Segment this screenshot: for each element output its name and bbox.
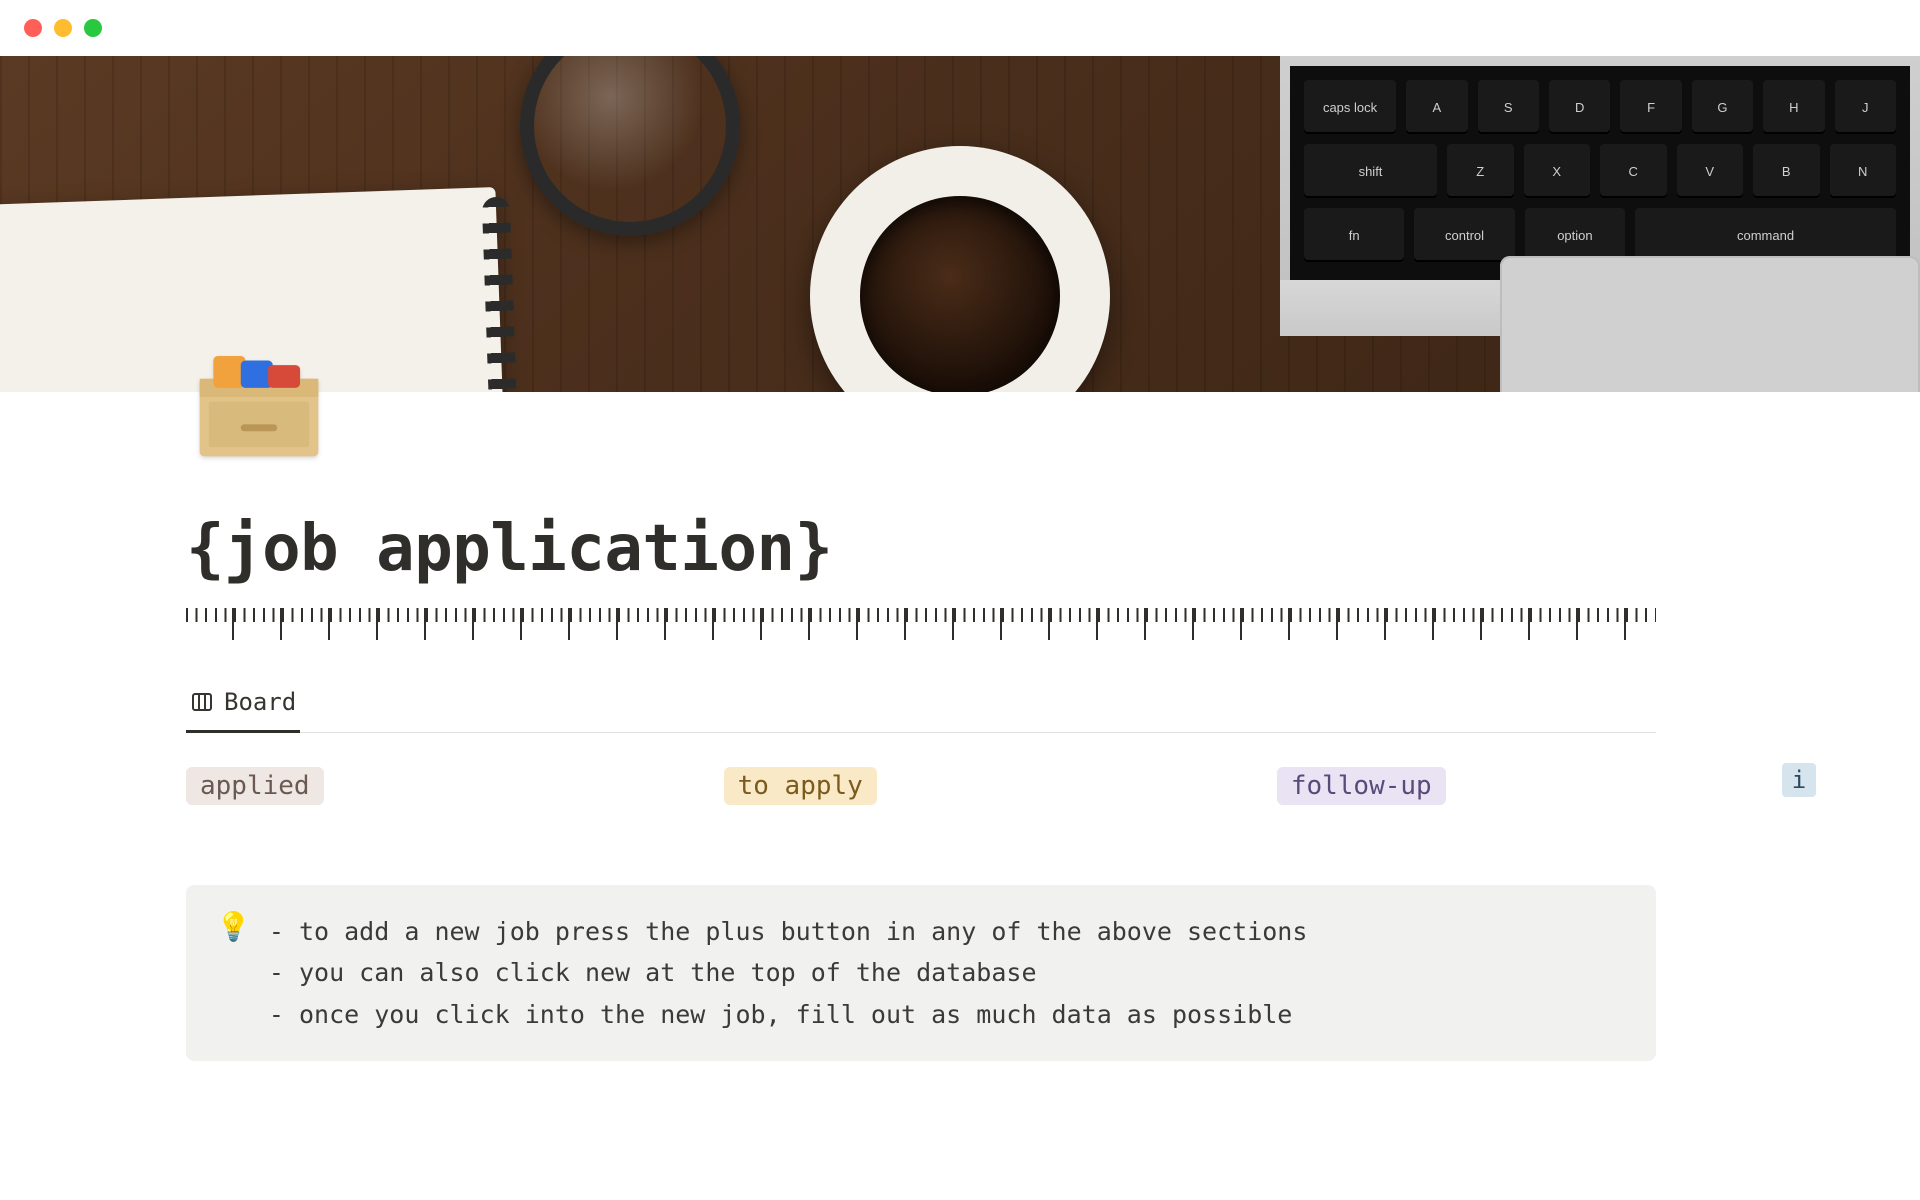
cover-palmrest	[1280, 280, 1920, 336]
window-titlebar	[0, 0, 1920, 56]
keycap: B	[1753, 144, 1820, 198]
callout-text: - to add a new job press the plus button…	[269, 911, 1308, 1035]
keycap: F	[1620, 80, 1681, 134]
keycap: C	[1600, 144, 1667, 198]
callout-line: - you can also click new at the top of t…	[269, 952, 1308, 993]
tab-board[interactable]: Board	[186, 678, 300, 733]
page-icon[interactable]	[186, 324, 332, 470]
keycap: fn	[1304, 208, 1404, 262]
column-to-apply[interactable]: to apply	[724, 767, 877, 805]
cover-trackpad	[1500, 256, 1920, 392]
keycap: N	[1830, 144, 1897, 198]
cover-laptop: caps lockASDFGHJ shiftZXCVBN fncontrolop…	[1280, 56, 1920, 336]
callout-line: - once you click into the new job, fill …	[269, 994, 1308, 1035]
column-follow-up[interactable]: follow-up	[1277, 767, 1446, 805]
keycap: Z	[1447, 144, 1514, 198]
board-icon	[190, 690, 214, 714]
tab-board-label: Board	[224, 688, 296, 716]
column-applied[interactable]: applied	[186, 767, 324, 805]
keycap: G	[1692, 80, 1753, 134]
view-tabs: Board	[186, 678, 1656, 733]
keycap: V	[1677, 144, 1744, 198]
close-window-dot[interactable]	[24, 19, 42, 37]
keycap: control	[1414, 208, 1514, 262]
keycap: J	[1835, 80, 1896, 134]
keycap: A	[1406, 80, 1467, 134]
lightbulb-icon: 💡	[216, 913, 251, 1035]
keycap: X	[1524, 144, 1591, 198]
zoom-window-dot[interactable]	[84, 19, 102, 37]
keycap: D	[1549, 80, 1610, 134]
page-title[interactable]: {job application}	[186, 512, 1734, 586]
keycap: caps lock	[1304, 80, 1396, 134]
keycap: H	[1763, 80, 1824, 134]
info-button[interactable]: i	[1782, 763, 1816, 797]
callout: 💡 - to add a new job press the plus butt…	[186, 885, 1656, 1061]
keycap: command	[1635, 208, 1896, 262]
keycap: option	[1525, 208, 1625, 262]
board-columns: applied to apply follow-up i	[186, 767, 1656, 805]
minimize-window-dot[interactable]	[54, 19, 72, 37]
keycap: shift	[1304, 144, 1437, 198]
keycap: S	[1478, 80, 1539, 134]
ruler-divider	[186, 608, 1656, 640]
callout-line: - to add a new job press the plus button…	[269, 911, 1308, 952]
